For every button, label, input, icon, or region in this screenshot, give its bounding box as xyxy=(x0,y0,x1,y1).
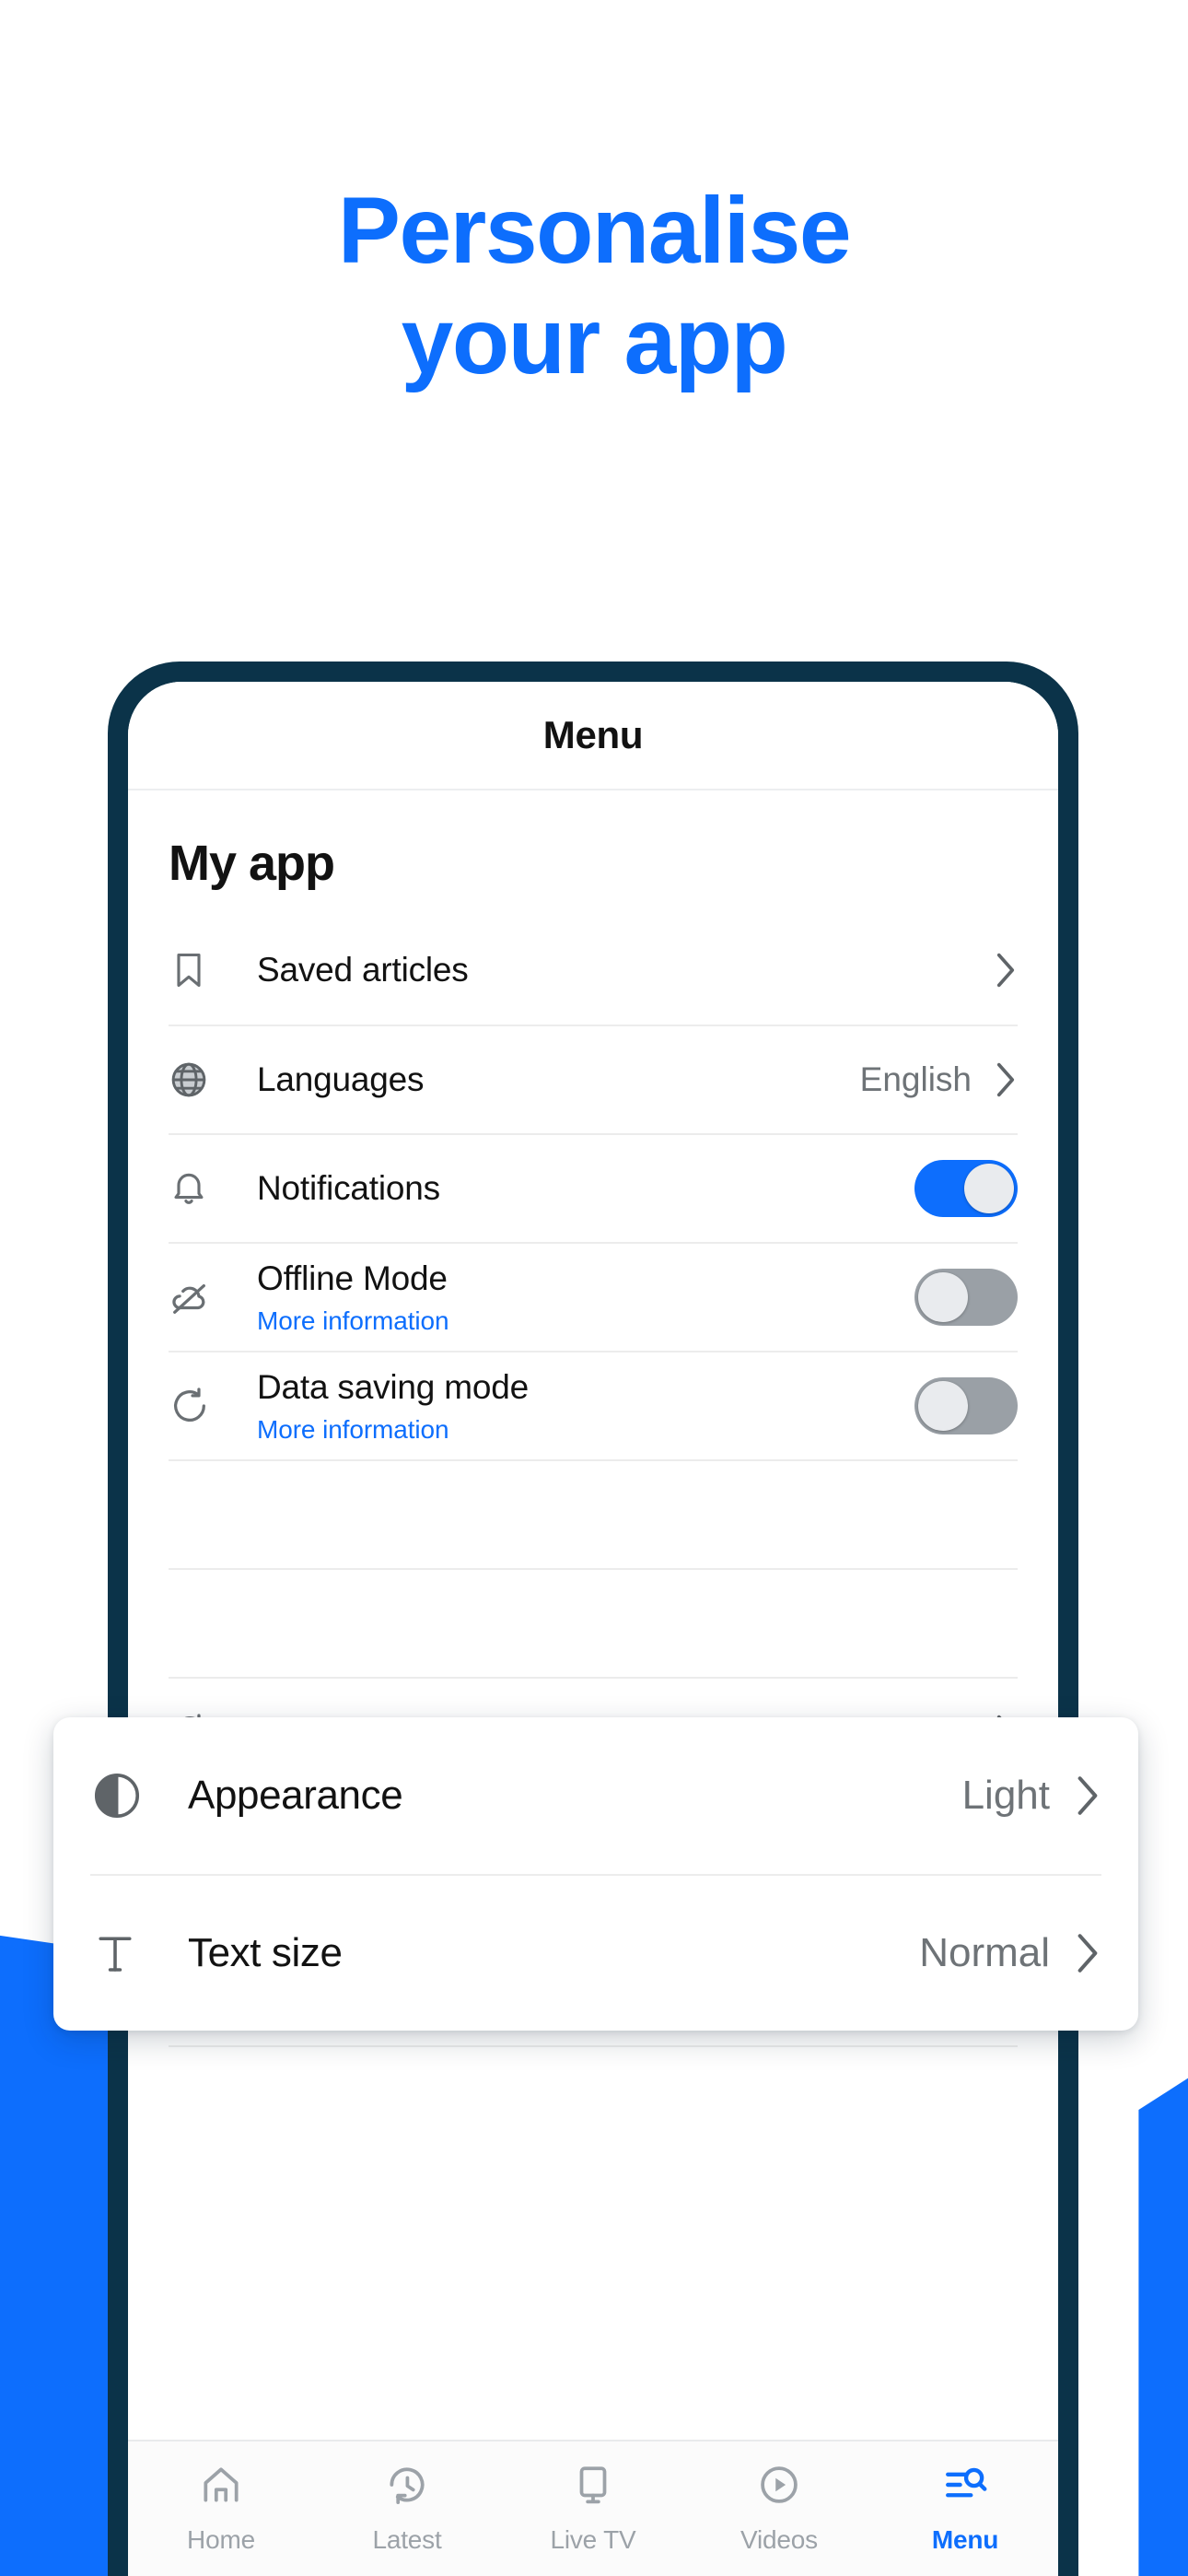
cloud-off-icon xyxy=(169,1276,257,1318)
phone-mockup: Menu My app Saved articles Languages Eng… xyxy=(108,662,1078,2576)
phone-screen: Menu My app Saved articles Languages Eng… xyxy=(128,682,1058,2576)
contrast-icon xyxy=(90,1769,188,1822)
globe-icon xyxy=(169,1060,257,1100)
offline-mode-toggle[interactable] xyxy=(914,1269,1018,1326)
toggle-knob xyxy=(918,1381,968,1431)
toggle-knob xyxy=(918,1272,968,1322)
overlay-row-label: Appearance xyxy=(188,1772,403,1818)
menu-content: My app Saved articles Languages English … xyxy=(128,835,1058,2576)
tab-label: Latest xyxy=(372,2525,442,2554)
headline-line-1: Personalise xyxy=(337,178,852,283)
menu-search-icon xyxy=(942,2462,988,2512)
home-icon xyxy=(198,2462,244,2512)
promo-screenshot: Personalise your app Menu My app Saved a… xyxy=(0,0,1188,2576)
menu-row-appearance-underlay[interactable] xyxy=(169,1459,1018,1568)
menu-row-divider-after-support xyxy=(169,2045,1018,2082)
menu-row-label: Data saving mode xyxy=(257,1368,530,1407)
chevron-right-icon xyxy=(1074,1932,1101,1974)
menu-row-value: English xyxy=(859,1060,972,1098)
play-circle-icon xyxy=(756,2462,802,2512)
menu-row-label: Languages xyxy=(257,1060,425,1098)
chevron-right-icon xyxy=(994,952,1018,989)
tab-videos[interactable]: Videos xyxy=(686,2462,872,2555)
appearance-settings-overlay-card: Appearance Light Text size Normal xyxy=(53,1717,1138,2031)
menu-row-label: Offline Mode xyxy=(257,1259,448,1298)
bottom-tab-bar: Home Latest Live TV Videos Menu xyxy=(128,2440,1058,2576)
notifications-toggle[interactable] xyxy=(914,1160,1018,1217)
promo-headline: Personalise your app xyxy=(0,175,1188,397)
bookmark-icon xyxy=(169,950,257,990)
tab-latest[interactable]: Latest xyxy=(314,2462,500,2555)
clock-refresh-icon xyxy=(384,2462,430,2512)
decorative-blue-shape-right xyxy=(1138,2055,1188,2576)
data-saving-toggle[interactable] xyxy=(914,1377,1018,1434)
refresh-icon xyxy=(169,1385,257,1427)
headline-line-2: your app xyxy=(401,288,788,394)
menu-row-data-saving-mode[interactable]: Data saving mode More information xyxy=(169,1351,1018,1459)
toggle-knob xyxy=(964,1164,1014,1213)
menu-row-label: Saved articles xyxy=(257,950,469,989)
chevron-right-icon xyxy=(994,1061,1018,1098)
overlay-row-value: Normal xyxy=(919,1930,1050,1975)
menu-row-saved-articles[interactable]: Saved articles xyxy=(169,916,1018,1025)
tab-label: Videos xyxy=(740,2525,818,2554)
overlay-row-appearance[interactable]: Appearance Light xyxy=(90,1717,1101,1874)
bell-icon xyxy=(169,1168,257,1209)
menu-row-offline-mode[interactable]: Offline Mode More information xyxy=(169,1242,1018,1351)
tv-icon xyxy=(570,2462,616,2512)
chevron-right-icon xyxy=(1074,1774,1101,1817)
text-size-icon xyxy=(90,1928,188,1978)
overlay-row-label: Text size xyxy=(188,1929,343,1975)
tab-home[interactable]: Home xyxy=(128,2462,314,2555)
tab-label: Home xyxy=(187,2525,255,2554)
menu-row-languages[interactable]: Languages English xyxy=(169,1025,1018,1133)
more-information-link[interactable]: More information xyxy=(257,1415,914,1445)
tab-live-tv[interactable]: Live TV xyxy=(500,2462,686,2555)
overlay-row-value: Light xyxy=(961,1773,1050,1818)
app-bar: Menu xyxy=(128,682,1058,790)
overlay-row-text-size[interactable]: Text size Normal xyxy=(90,1874,1101,2031)
section-title-my-app: My app xyxy=(169,836,335,891)
menu-row-label: Notifications xyxy=(257,1168,440,1207)
menu-row-notifications[interactable]: Notifications xyxy=(169,1133,1018,1242)
tab-menu[interactable]: Menu xyxy=(872,2462,1058,2555)
menu-row-text-size-underlay[interactable] xyxy=(169,1568,1018,1677)
more-information-link[interactable]: More information xyxy=(257,1306,914,1336)
page-title: Menu xyxy=(542,713,644,756)
tab-label: Live TV xyxy=(550,2525,636,2554)
tab-label: Menu xyxy=(931,2525,999,2554)
